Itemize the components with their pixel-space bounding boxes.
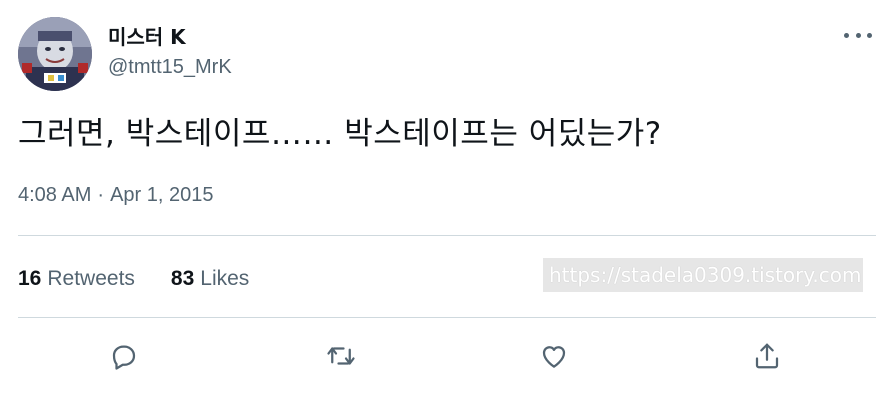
retweets-count: 16 <box>18 267 42 290</box>
user-handle[interactable]: @tmtt15_MrK <box>108 54 232 80</box>
dot-icon <box>867 32 872 38</box>
watermark-text: https://stadela0309.tistory.com <box>543 258 863 292</box>
reply-icon <box>112 345 136 370</box>
meta-separator: · <box>97 184 105 206</box>
retweet-button[interactable] <box>321 336 361 376</box>
tweet-header: 미스터 K @tmtt15_MrK <box>18 17 876 93</box>
retweets-label: Retweets <box>47 267 135 290</box>
divider <box>18 317 876 318</box>
more-options-icon[interactable] <box>844 25 872 45</box>
reply-button[interactable] <box>104 336 144 376</box>
tweet-text: 그러면, 박스테이프…… 박스테이프는 어딨는가? <box>18 116 662 152</box>
display-name[interactable]: 미스터 K <box>108 24 232 50</box>
like-button[interactable] <box>534 336 574 376</box>
tweet-date: Apr 1, 2015 <box>110 184 214 206</box>
avatar-image <box>18 17 92 91</box>
tweet-timestamp[interactable]: 4:08 AM · Apr 1, 2015 <box>18 182 213 208</box>
dot-icon <box>855 32 861 38</box>
avatar[interactable] <box>18 17 92 91</box>
retweet-icon <box>327 347 355 365</box>
share-button[interactable] <box>747 336 787 376</box>
divider <box>18 235 876 236</box>
like-icon <box>542 346 566 368</box>
tweet-time: 4:08 AM <box>18 184 92 206</box>
likes-stat[interactable]: 83 Likes <box>171 265 249 293</box>
dot-icon <box>844 32 849 38</box>
likes-count: 83 <box>170 267 195 290</box>
share-icon <box>755 343 779 369</box>
user-names: 미스터 K @tmtt15_MrK <box>108 24 232 80</box>
tweet-stats: 16 Retweets 83 Likes <box>18 265 285 293</box>
likes-label: Likes <box>200 267 250 290</box>
action-bar <box>0 336 894 376</box>
tweet-card: 미스터 K @tmtt15_MrK 그러면, 박스테이프…… 박스테이프는 어딨… <box>0 0 894 409</box>
retweets-stat[interactable]: 16 Retweets <box>18 265 135 293</box>
